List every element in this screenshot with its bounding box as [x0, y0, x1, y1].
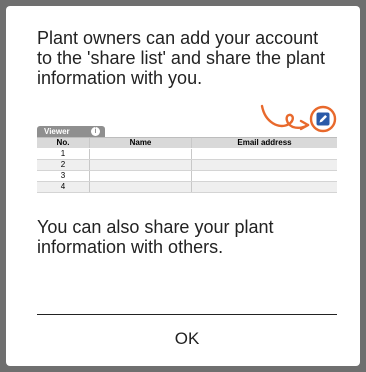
- viewer-tab: Viewer i: [37, 126, 105, 137]
- outro-text: You can also share your plant informatio…: [37, 217, 274, 257]
- table-row: 4: [37, 182, 337, 193]
- row-number: 1: [37, 149, 90, 159]
- row-name: [90, 149, 192, 159]
- column-header-no: No.: [37, 138, 90, 148]
- ok-button[interactable]: OK: [37, 320, 337, 358]
- curved-arrow-icon: [260, 104, 310, 131]
- row-name: [90, 171, 192, 181]
- column-header-name: Name: [90, 138, 192, 148]
- table-row: 2: [37, 160, 337, 171]
- column-header-email: Email address: [237, 138, 292, 147]
- row-email: [192, 149, 337, 159]
- row-email: [192, 171, 337, 181]
- share-info-dialog: Plant owners can add your account to the…: [6, 6, 360, 366]
- row-number: 4: [37, 182, 90, 192]
- table-row: 1: [37, 149, 337, 160]
- table-header: No. Name Email address: [37, 138, 337, 149]
- row-number: 2: [37, 160, 90, 170]
- row-number: 3: [37, 171, 90, 181]
- dialog-divider: [37, 314, 337, 315]
- edit-button-highlight: [309, 105, 337, 133]
- viewer-tab-label: Viewer: [44, 127, 70, 136]
- share-list-table: No. Name Email address 1 2 3 4: [37, 137, 337, 193]
- row-email: [192, 182, 337, 192]
- share-list-illustration: Viewer i No. Name Email address 1 2 3 4: [37, 102, 342, 206]
- row-name: [90, 160, 192, 170]
- row-email: [192, 160, 337, 170]
- info-icon: i: [91, 127, 100, 136]
- row-name: [90, 182, 192, 192]
- intro-text: Plant owners can add your account to the…: [37, 28, 326, 88]
- table-row: 3: [37, 171, 337, 182]
